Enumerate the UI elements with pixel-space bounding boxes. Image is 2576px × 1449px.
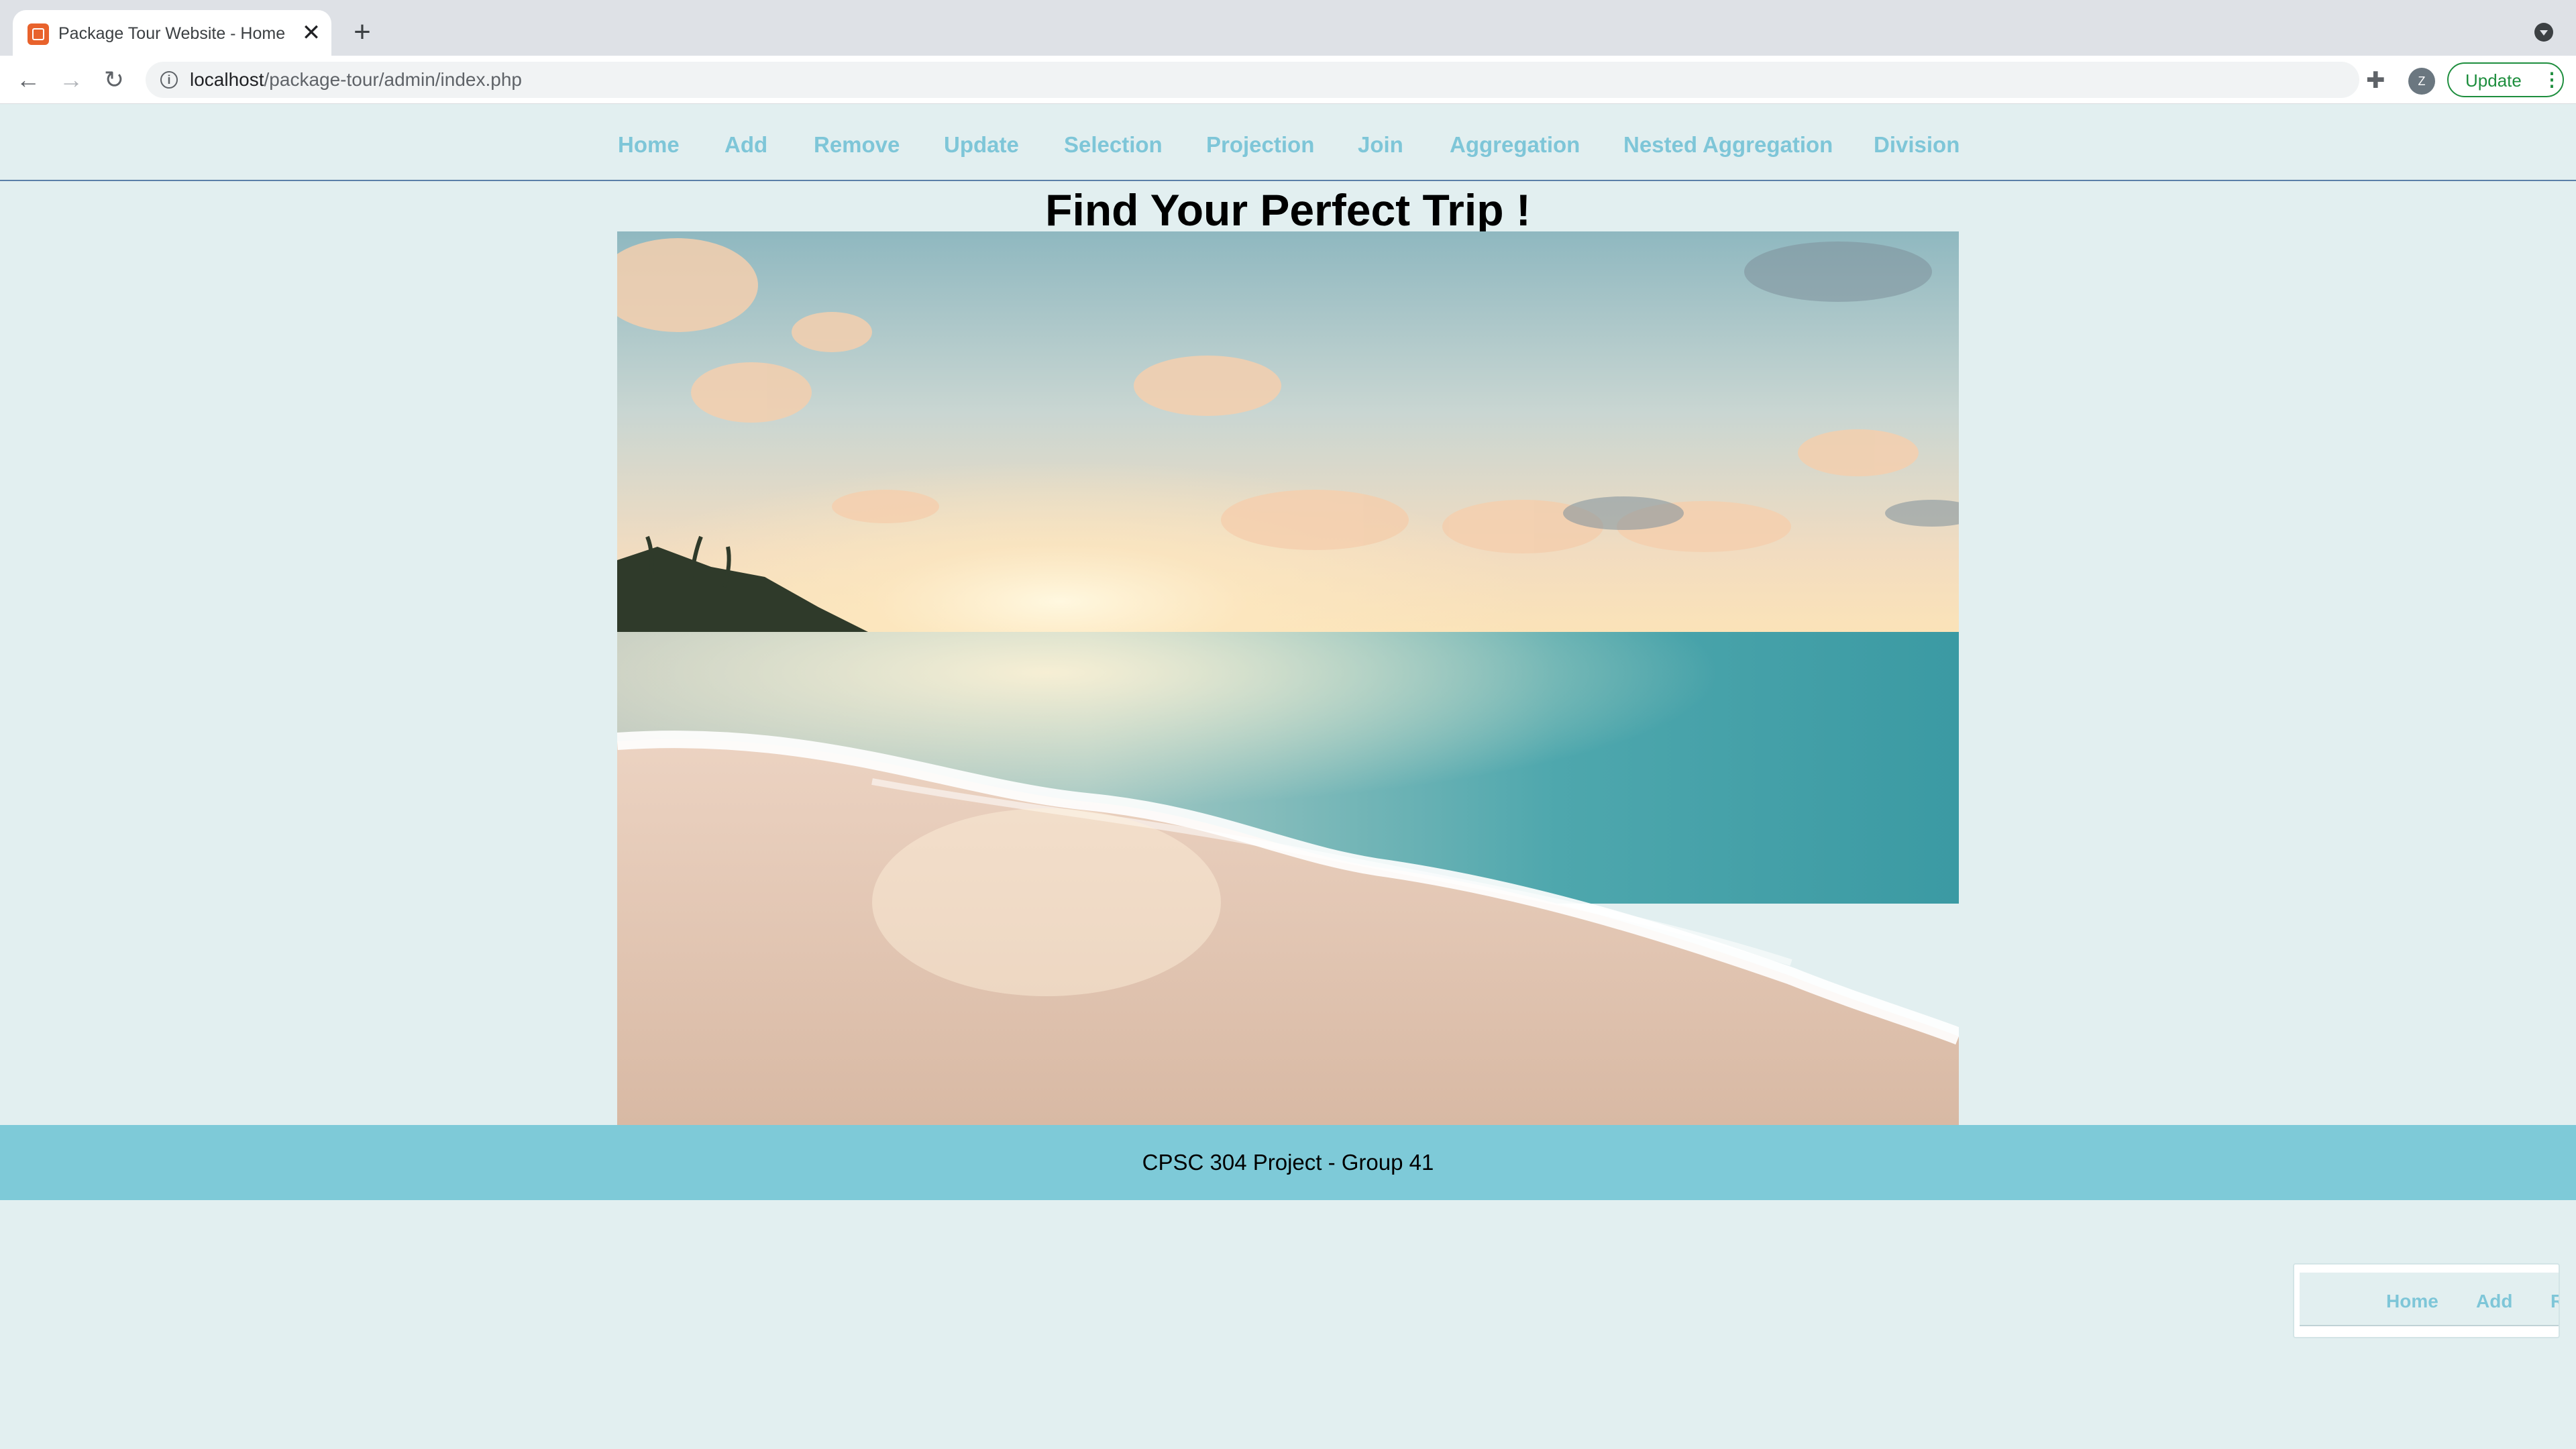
- update-button[interactable]: Update ⋮: [2447, 62, 2564, 97]
- page-content: Home Add Remove Update Selection Project…: [0, 105, 2576, 1449]
- site-nav: Home Add Remove Update Selection Project…: [0, 105, 2576, 181]
- nav-link-home[interactable]: Home: [618, 131, 680, 158]
- tab-favicon-icon: [28, 23, 49, 45]
- nav-link-aggregation[interactable]: Aggregation: [1450, 131, 1580, 158]
- avatar[interactable]: Z: [2408, 68, 2435, 95]
- browser-toolbar: ← → ↻ i localhost/package-tour/admin/ind…: [0, 56, 2576, 104]
- page-title: Find Your Perfect Trip !: [1045, 185, 1531, 235]
- hero-image: [617, 231, 1959, 1125]
- footer-text: CPSC 304 Project - Group 41: [1142, 1150, 1434, 1175]
- tab-strip: Package Tour Website - Home ✕ +: [0, 0, 2576, 56]
- kebab-menu-icon[interactable]: ⋮: [2542, 69, 2561, 91]
- close-icon[interactable]: ✕: [299, 21, 323, 45]
- url-host: localhost: [190, 69, 264, 90]
- floating-nav-link-home[interactable]: Home: [2386, 1291, 2438, 1311]
- reload-icon[interactable]: ↻: [99, 65, 129, 95]
- nav-link-remove[interactable]: Remove: [814, 131, 900, 158]
- nav-link-add[interactable]: Add: [724, 131, 767, 158]
- url-text[interactable]: localhost/package-tour/admin/index.php: [190, 70, 522, 90]
- nav-link-projection[interactable]: Projection: [1206, 131, 1314, 158]
- nav-link-division[interactable]: Division: [1874, 131, 1960, 158]
- floating-nav-link-add[interactable]: Add: [2476, 1291, 2512, 1311]
- browser-tab[interactable]: Package Tour Website - Home ✕: [13, 10, 331, 56]
- puzzle-icon[interactable]: ✚: [2366, 69, 2385, 92]
- floating-nav-preview: Home Add R: [2293, 1263, 2560, 1338]
- nav-link-nested-aggregation[interactable]: Nested Aggregation: [1623, 131, 1833, 158]
- nav-link-update[interactable]: Update: [944, 131, 1019, 158]
- new-tab-button[interactable]: +: [347, 17, 377, 48]
- info-icon[interactable]: i: [160, 71, 178, 89]
- nav-link-selection[interactable]: Selection: [1064, 131, 1163, 158]
- forward-arrow-icon[interactable]: →: [56, 65, 86, 95]
- tab-search-icon[interactable]: [2534, 23, 2553, 42]
- tab-title: Package Tour Website - Home: [58, 24, 286, 43]
- back-arrow-icon[interactable]: ←: [13, 65, 43, 95]
- update-label: Update: [2465, 70, 2522, 91]
- floating-nav-bar: Home Add R: [2300, 1273, 2559, 1326]
- nav-link-join[interactable]: Join: [1358, 131, 1403, 158]
- site-footer: CPSC 304 Project - Group 41: [0, 1125, 2576, 1200]
- url-path: /package-tour/admin/index.php: [264, 69, 522, 90]
- address-bar[interactable]: i localhost/package-tour/admin/index.php…: [146, 62, 2475, 98]
- floating-nav-link-remove[interactable]: R: [2551, 1291, 2559, 1311]
